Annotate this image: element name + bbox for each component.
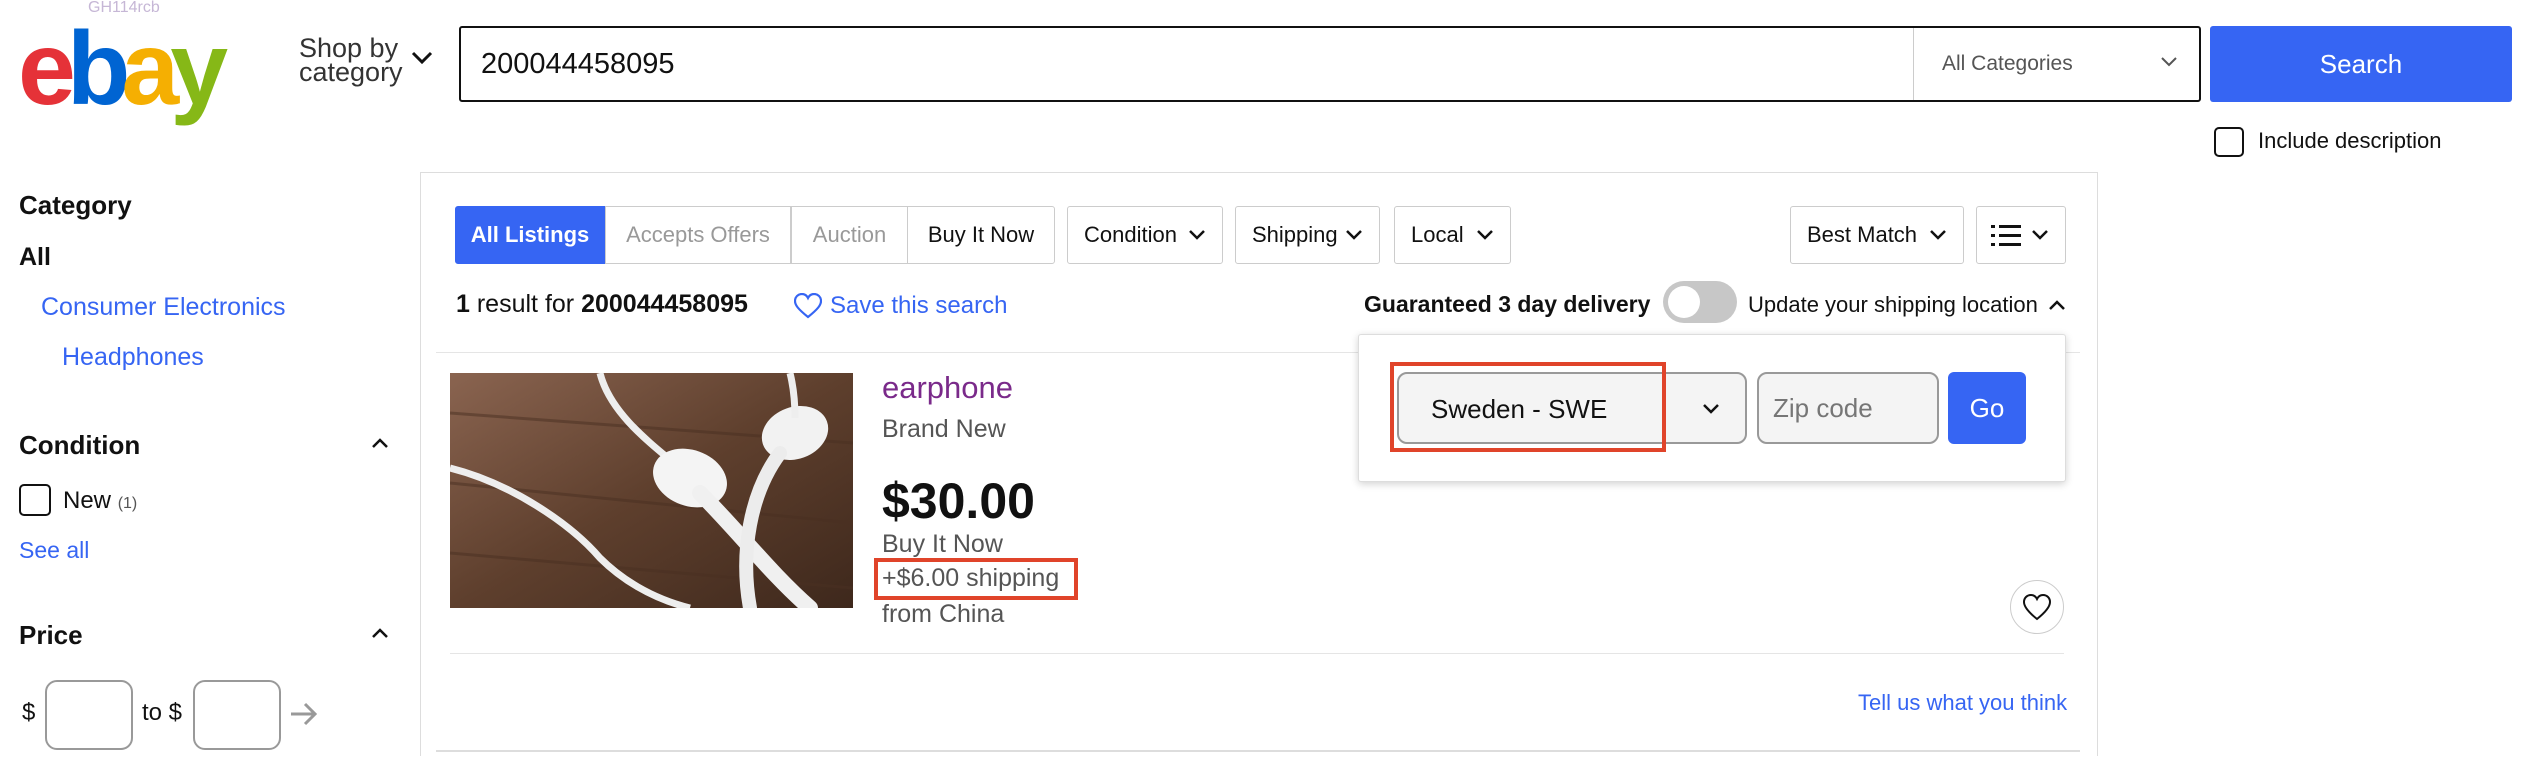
chevron-down-icon bbox=[1930, 230, 1946, 240]
toggle-knob bbox=[1668, 286, 1700, 318]
tab-buy-it-now[interactable]: Buy It Now bbox=[907, 206, 1055, 264]
condition-option-text: New bbox=[63, 487, 112, 514]
logo-letter-y: y bbox=[170, 11, 228, 127]
chevron-up-icon[interactable] bbox=[370, 436, 390, 450]
go-button[interactable]: Go bbox=[1948, 372, 2026, 444]
guaranteed-delivery-toggle[interactable] bbox=[1663, 281, 1737, 323]
local-filter-label: Local bbox=[1411, 222, 1464, 247]
search-button[interactable]: Search bbox=[2210, 26, 2512, 102]
tab-all-listings[interactable]: All Listings bbox=[455, 206, 605, 264]
ebay-logo[interactable]: ebay bbox=[18, 11, 228, 127]
condition-new-checkbox[interactable] bbox=[19, 484, 51, 516]
see-all-link[interactable]: See all bbox=[19, 537, 89, 564]
list-view-icon bbox=[1991, 225, 2021, 246]
arrow-right-icon[interactable] bbox=[288, 700, 320, 728]
result-count: 1 result for 200044458095 bbox=[456, 290, 748, 319]
shop-by-line2: category bbox=[299, 57, 403, 87]
divider bbox=[450, 653, 2064, 654]
price-min-input[interactable] bbox=[45, 680, 133, 750]
chevron-down-icon bbox=[1346, 230, 1362, 240]
local-filter-dropdown[interactable]: Local bbox=[1394, 206, 1511, 264]
chevron-down-icon bbox=[1703, 404, 1719, 414]
highlight-country-box bbox=[1390, 362, 1666, 452]
zip-code-input[interactable]: Zip code bbox=[1757, 372, 1939, 444]
chevron-down-icon bbox=[1477, 230, 1493, 240]
price-dollar-label: $ bbox=[22, 699, 36, 726]
feedback-link[interactable]: Tell us what you think bbox=[1858, 690, 2067, 716]
category-heading: Category bbox=[19, 190, 132, 220]
condition-filter-dropdown[interactable]: Condition bbox=[1067, 206, 1223, 264]
item-condition: Brand New bbox=[882, 415, 1006, 443]
include-description-checkbox[interactable] bbox=[2214, 127, 2244, 157]
chevron-up-icon[interactable] bbox=[2048, 298, 2066, 312]
divider bbox=[436, 750, 2080, 752]
condition-count: (1) bbox=[117, 495, 138, 512]
sort-dropdown[interactable]: Best Match bbox=[1790, 206, 1964, 264]
earphone-photo bbox=[450, 373, 853, 608]
result-query: 200044458095 bbox=[581, 290, 748, 318]
save-search-label: Save this search bbox=[830, 292, 1008, 319]
heart-icon bbox=[794, 293, 822, 319]
shipping-filter-dropdown[interactable]: Shipping bbox=[1235, 206, 1380, 264]
logo-letter-b: b bbox=[66, 11, 130, 127]
price-max-input[interactable] bbox=[193, 680, 281, 750]
search-input[interactable] bbox=[461, 28, 1913, 100]
result-count-number: 1 bbox=[456, 290, 470, 318]
chevron-down-icon bbox=[1189, 230, 1205, 240]
item-price: $30.00 bbox=[882, 473, 1035, 529]
category-all: All bbox=[19, 243, 51, 271]
category-select[interactable]: All Categories bbox=[1914, 28, 2200, 100]
include-description-label[interactable]: Include description bbox=[2258, 128, 2441, 154]
tab-accepts-offers[interactable]: Accepts Offers bbox=[605, 206, 791, 264]
price-heading[interactable]: Price bbox=[19, 620, 83, 651]
guaranteed-delivery-label: Guaranteed 3 day delivery bbox=[1364, 291, 1651, 317]
chevron-up-icon[interactable] bbox=[370, 626, 390, 640]
category-link-headphones[interactable]: Headphones bbox=[62, 343, 204, 372]
logo-letter-a: a bbox=[121, 11, 179, 127]
condition-heading[interactable]: Condition bbox=[19, 430, 140, 461]
chevron-down-icon[interactable] bbox=[410, 50, 434, 66]
category-select-label: All Categories bbox=[1942, 52, 2073, 75]
save-search-link[interactable]: Save this search bbox=[794, 292, 1007, 320]
category-link-consumer-electronics[interactable]: Consumer Electronics bbox=[41, 293, 286, 322]
item-location: from China bbox=[882, 600, 1005, 628]
watch-item-button[interactable] bbox=[2010, 580, 2064, 634]
tab-auction[interactable]: Auction bbox=[791, 206, 908, 264]
chevron-down-icon bbox=[2032, 230, 2048, 240]
result-for-text: result for bbox=[476, 290, 575, 318]
update-shipping-location-button[interactable]: Update your shipping location bbox=[1748, 292, 2038, 318]
shipping-filter-label: Shipping bbox=[1252, 222, 1338, 247]
sort-label: Best Match bbox=[1807, 222, 1918, 247]
item-format: Buy It Now bbox=[882, 530, 1003, 558]
shop-by-category-button[interactable]: Shop by category bbox=[299, 35, 403, 87]
condition-filter-label: Condition bbox=[1084, 222, 1177, 247]
price-to-label: to $ bbox=[142, 699, 183, 726]
highlight-shipping-box bbox=[874, 558, 1078, 600]
search-bar: All Categories bbox=[459, 26, 2201, 102]
item-image[interactable] bbox=[450, 373, 853, 608]
condition-new-label[interactable]: New (1) bbox=[63, 487, 137, 515]
chevron-down-icon bbox=[2161, 57, 2177, 67]
view-toggle-dropdown[interactable] bbox=[1976, 206, 2066, 264]
item-title-link[interactable]: earphone bbox=[882, 370, 1013, 406]
logo-letter-e: e bbox=[18, 11, 76, 127]
heart-icon bbox=[2022, 593, 2052, 621]
